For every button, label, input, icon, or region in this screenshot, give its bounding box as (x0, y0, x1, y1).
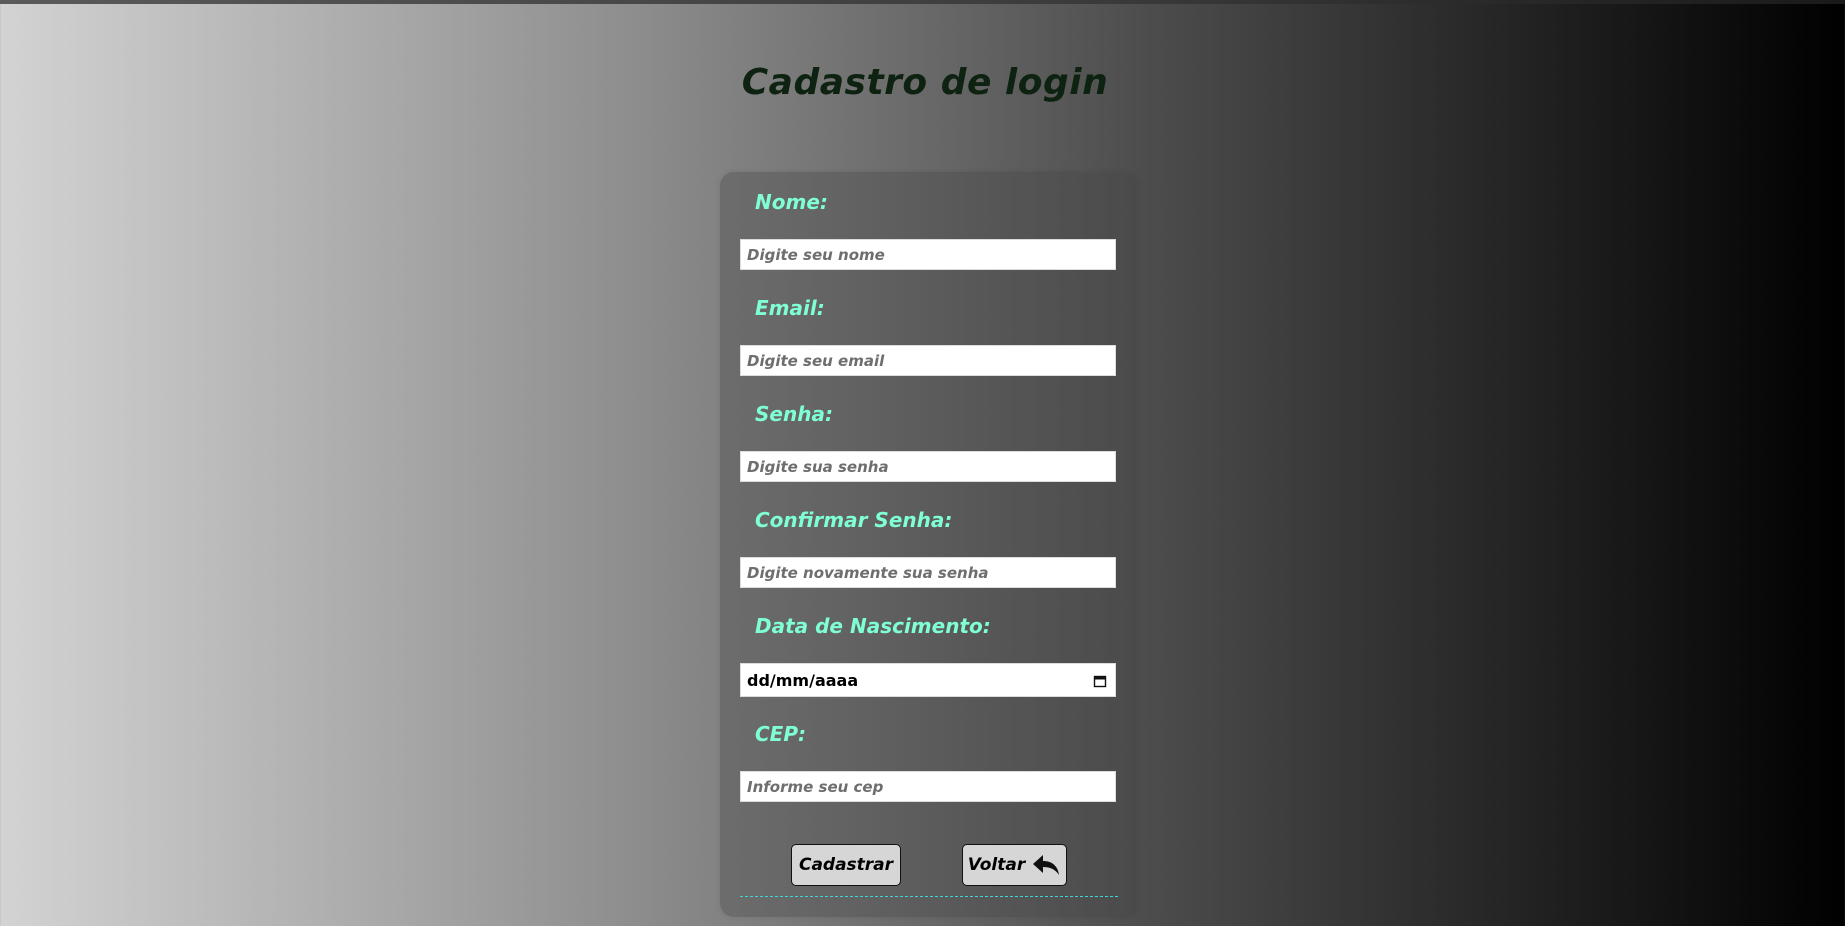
password-label: Senha: (755, 402, 833, 426)
calendar-icon[interactable] (1093, 673, 1107, 688)
register-button[interactable]: Cadastrar (791, 844, 901, 886)
page-title: Cadastro de login (741, 62, 1109, 103)
top-strip (0, 0, 1845, 4)
confirm-password-input[interactable] (740, 557, 1116, 588)
cep-label: CEP: (755, 722, 806, 746)
confirm-password-label: Confirmar Senha: (755, 508, 953, 532)
cep-input[interactable] (740, 771, 1116, 802)
back-button[interactable]: Voltar (962, 844, 1067, 886)
signup-form-card: Nome: Email: Senha: Confirmar Senha: Dat… (720, 172, 1138, 917)
email-input[interactable] (740, 345, 1116, 376)
birthdate-value: dd/mm/aaaa (747, 670, 859, 690)
form-divider (740, 896, 1118, 897)
birthdate-input[interactable]: dd/mm/aaaa (740, 663, 1116, 697)
back-button-label: Voltar (967, 855, 1026, 875)
email-label: Email: (755, 296, 825, 320)
register-button-label: Cadastrar (798, 855, 894, 875)
name-label: Nome: (755, 190, 828, 214)
birthdate-label: Data de Nascimento: (755, 614, 991, 638)
reply-arrow-icon (1031, 853, 1061, 877)
name-input[interactable] (740, 239, 1116, 270)
password-input[interactable] (740, 451, 1116, 482)
